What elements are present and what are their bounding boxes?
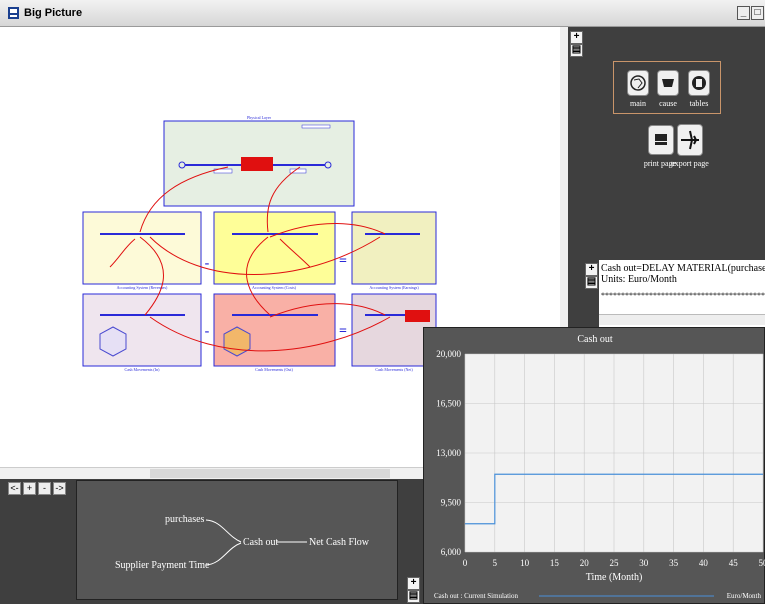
title-bar: Big Picture _ □: [0, 0, 765, 27]
cash-out-graph[interactable]: Cash out 051015202530354045506,0009,5001…: [423, 327, 765, 604]
layer-cash-in: [82, 293, 202, 367]
export-page-label: export page: [671, 159, 709, 168]
x-tick-label: 25: [610, 558, 620, 568]
nav-back-button[interactable]: <-: [8, 482, 21, 495]
y-tick-label: 6,000: [441, 547, 462, 557]
equation-print-icon[interactable]: ▤: [585, 276, 598, 289]
layer-title-costs: Accounting System (Costs): [252, 285, 297, 290]
equation-units: Units: Euro/Month: [601, 274, 677, 285]
export-page-icon[interactable]: [677, 124, 703, 156]
tables-icon[interactable]: [688, 70, 710, 96]
x-tick-label: 50: [759, 558, 765, 568]
y-tick-label: 13,000: [436, 448, 461, 458]
layer-title-revenues: Accounting System (Revenues): [117, 285, 168, 290]
chart-svg: 0 5 10 15 20 25 30 35 40 45 50 6,000 9,500 13,000 16,5…: [434, 349, 765, 600]
equation-scrollbar[interactable]: [599, 314, 765, 325]
x-tick-label: 35: [669, 558, 679, 568]
print-icon[interactable]: ▤: [570, 44, 583, 57]
y-tick-label: 9,500: [441, 498, 462, 508]
x-tick-label: 45: [729, 558, 739, 568]
x-tick-label: 20: [580, 558, 590, 568]
legend-units: Euro/Month: [727, 592, 762, 600]
minimize-button[interactable]: _: [737, 6, 750, 20]
x-tick-label: 5: [493, 558, 498, 568]
equation-separator: ****************************************…: [601, 291, 765, 300]
print-page-icon[interactable]: [648, 125, 674, 155]
equation-line: Cash out=DELAY MATERIAL(purchases,Suppli…: [601, 263, 765, 274]
causes-tree-panel: purchases Supplier Payment Time Cash out…: [76, 480, 398, 600]
window-title: Big Picture: [24, 7, 83, 19]
cause-icon[interactable]: [657, 70, 679, 96]
legend-label: Cash out : Current Simulation: [434, 592, 518, 600]
x-tick-label: 15: [550, 558, 560, 568]
x-tick-label: 10: [520, 558, 530, 568]
operator-minus-2: -: [205, 324, 210, 339]
equation-panel[interactable]: Cash out=DELAY MATERIAL(purchases,Suppli…: [599, 260, 765, 328]
layer-title-physical: Physical Layer: [247, 115, 272, 120]
graph-expand-button[interactable]: +: [407, 577, 420, 590]
layer-earnings: [351, 211, 437, 285]
x-tick-label: 30: [639, 558, 649, 568]
layer-title-earnings: Accounting System (Earnings): [369, 285, 419, 290]
x-tick-label: 40: [699, 558, 709, 568]
app-icon: [8, 7, 19, 19]
y-tick-label: 20,000: [436, 349, 461, 359]
graph-print-icon[interactable]: ▤: [407, 590, 420, 603]
tree-connectors: [205, 519, 307, 566]
nav-forward-button[interactable]: ->: [53, 482, 66, 495]
restore-button[interactable]: □: [751, 6, 764, 20]
globe-icon[interactable]: [627, 70, 649, 96]
tool-label-tables: tables: [689, 99, 709, 108]
layer-title-cash-net: Cash Movements (Net): [375, 367, 413, 372]
nav-zoom-in-button[interactable]: +: [23, 482, 36, 495]
nav-zoom-out-button[interactable]: -: [38, 482, 51, 495]
x-tick-label: 0: [463, 558, 468, 568]
layer-revenues: [82, 211, 202, 285]
x-axis-label: Time (Month): [586, 572, 643, 583]
layer-title-cash-in: Cash Movements (In): [125, 367, 161, 372]
stock-inventory: [241, 157, 273, 171]
scroll-thumb[interactable]: [150, 469, 390, 478]
layer-title-cash-out: Cash Movements (Out): [255, 367, 293, 372]
zoom-in-button[interactable]: +: [570, 31, 583, 44]
equation-expand-button[interactable]: +: [585, 263, 598, 276]
y-tick-label: 16,500: [436, 399, 461, 409]
